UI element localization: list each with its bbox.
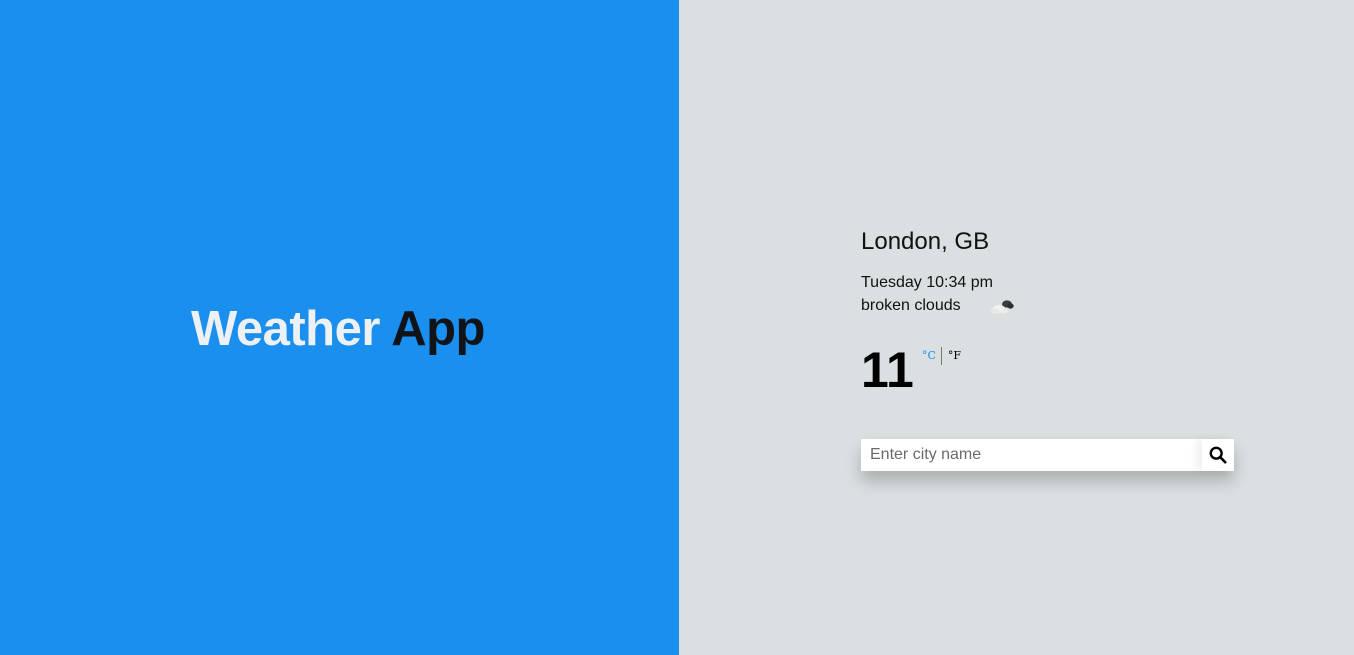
app-title-app: App xyxy=(391,302,485,356)
app-title-weather: Weather xyxy=(191,302,380,356)
datetime-label: Tuesday 10:34 pm xyxy=(861,274,993,291)
city-search-input[interactable] xyxy=(861,439,1202,471)
weather-panel: London, GB Tuesday 10:34 pm broken cloud… xyxy=(679,0,1354,655)
app-title: Weather App xyxy=(191,300,485,358)
unit-toggle: °C °F xyxy=(922,347,961,365)
weather-description: broken clouds xyxy=(861,297,961,314)
temperature-value: 11 xyxy=(861,342,914,398)
unit-divider xyxy=(940,347,942,365)
search-bar xyxy=(861,439,1234,471)
app-container: Weather App London, GB Tuesday 10:34 pm … xyxy=(0,0,1354,655)
celsius-toggle[interactable]: °C xyxy=(922,349,936,362)
brand-panel: Weather App xyxy=(0,0,679,655)
search-icon xyxy=(1209,446,1227,464)
location-label: London, GB xyxy=(861,228,990,255)
search-button[interactable] xyxy=(1202,439,1234,471)
broken-clouds-icon xyxy=(991,300,1014,314)
fahrenheit-toggle[interactable]: °F xyxy=(948,349,961,362)
